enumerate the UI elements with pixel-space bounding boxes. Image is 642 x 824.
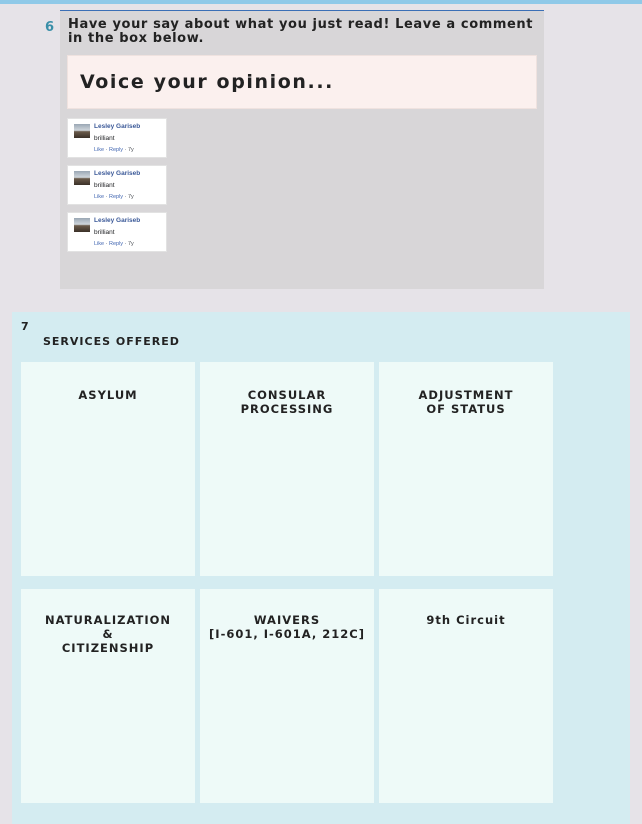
service-tile-naturalization[interactable]: NATURALIZATION & CITIZENSHIP — [21, 589, 195, 803]
avatar[interactable] — [74, 218, 90, 232]
comment-item: Lesley Gariseb brilliant Like · Reply · … — [67, 212, 167, 252]
comment-actions: Like · Reply · 7y — [94, 194, 134, 200]
tile-label: 9th Circuit — [426, 613, 506, 627]
comment-text: brilliant — [94, 135, 115, 142]
comment-age: 7y — [127, 147, 134, 153]
tile-label: CONSULAR PROCESSING — [240, 388, 334, 416]
reply-link[interactable]: Reply — [109, 241, 123, 247]
comment-age: 7y — [127, 194, 134, 200]
like-link[interactable]: Like — [94, 147, 104, 153]
comment-age: 7y — [127, 241, 134, 247]
tile-label: ADJUSTMENT OF STATUS — [418, 388, 514, 416]
service-tile-consular-processing[interactable]: CONSULAR PROCESSING — [200, 362, 374, 576]
comment-author[interactable]: Lesley Gariseb — [94, 217, 140, 224]
avatar[interactable] — [74, 124, 90, 138]
section-number: 7 — [21, 320, 29, 333]
service-tile-waivers[interactable]: WAIVERS [I-601, I-601A, 212C] — [200, 589, 374, 803]
tile-label: NATURALIZATION & CITIZENSHIP — [44, 613, 172, 655]
like-link[interactable]: Like — [94, 194, 104, 200]
card-top-rule — [60, 10, 544, 11]
comment-prompt: Have your say about what you just read! … — [68, 17, 534, 46]
section-number: 6 — [45, 20, 55, 35]
service-tile-9th-circuit[interactable]: 9th Circuit — [379, 589, 553, 803]
voice-opinion-input[interactable]: Voice your opinion... — [67, 55, 537, 109]
comment-actions: Like · Reply · 7y — [94, 241, 134, 247]
service-tile-asylum[interactable]: ASYLUM — [21, 362, 195, 576]
comment-item: Lesley Gariseb brilliant Like · Reply · … — [67, 165, 167, 205]
services-title: SERVICES OFFERED — [43, 335, 180, 348]
avatar[interactable] — [74, 171, 90, 185]
like-link[interactable]: Like — [94, 241, 104, 247]
tile-label: ASYLUM — [78, 388, 138, 402]
reply-link[interactable]: Reply — [109, 147, 123, 153]
service-tile-adjustment-of-status[interactable]: ADJUSTMENT OF STATUS — [379, 362, 553, 576]
reply-link[interactable]: Reply — [109, 194, 123, 200]
comment-author[interactable]: Lesley Gariseb — [94, 123, 140, 130]
comment-author[interactable]: Lesley Gariseb — [94, 170, 140, 177]
comment-text: brilliant — [94, 182, 115, 189]
tile-label: WAIVERS [I-601, I-601A, 212C] — [209, 613, 365, 641]
comment-item: Lesley Gariseb brilliant Like · Reply · … — [67, 118, 167, 158]
comment-text: brilliant — [94, 229, 115, 236]
comment-actions: Like · Reply · 7y — [94, 147, 134, 153]
